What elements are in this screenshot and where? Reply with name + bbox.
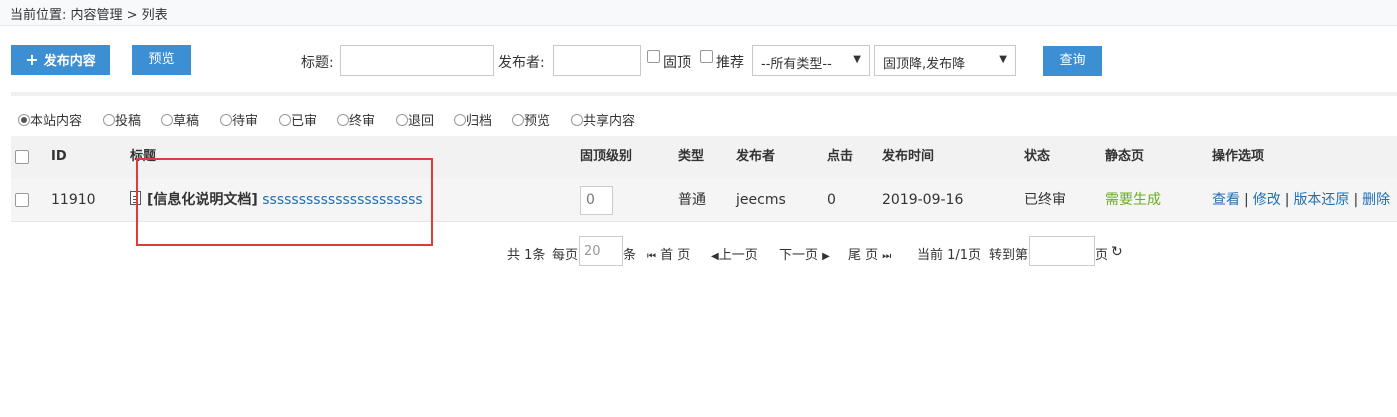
goto-page-input[interactable] [1029, 236, 1095, 266]
pager-page-suffix: 页 [1095, 248, 1109, 263]
recommend-label: 推荐 [716, 55, 744, 71]
filter-contribution[interactable]: 投稿 [103, 110, 141, 129]
col-static-page: 静态页 [1105, 149, 1145, 164]
row-clicks: 0 [827, 192, 836, 208]
view-link[interactable]: 查看 [1212, 192, 1240, 208]
sort-select[interactable]: 固顶降,发布降 ▼ [874, 45, 1016, 76]
dropdown-arrow-icon: ▼ [999, 54, 1007, 65]
prev-page-button[interactable]: ◀上一页 [711, 244, 758, 263]
last-page-icon: ⏭ [882, 251, 892, 262]
radio-icon [396, 114, 408, 126]
select-all-checkbox[interactable] [15, 136, 29, 178]
row-checkbox[interactable] [15, 178, 29, 221]
recommend-checkbox[interactable] [700, 50, 713, 63]
filter-draft[interactable]: 草稿 [161, 110, 199, 129]
col-top-level: 固顶级别 [580, 149, 633, 164]
pager-current: 当前 1/1页 [917, 248, 982, 263]
query-button[interactable]: 查询 [1043, 46, 1102, 76]
row-id: 11910 [51, 192, 96, 208]
toolbar: + 发布内容 预览 标题: 发布者: 固顶 推荐 --所有类型-- ▼ 固顶降,发… [0, 44, 1397, 78]
publisher-input[interactable] [553, 45, 641, 76]
delete-link[interactable]: 删除 [1362, 192, 1390, 208]
dropdown-arrow-icon: ▼ [853, 54, 861, 65]
col-status: 状态 [1024, 149, 1051, 164]
filter-shared[interactable]: 共享内容 [571, 110, 635, 129]
filter-archived[interactable]: 归档 [454, 110, 492, 129]
filter-final[interactable]: 终审 [337, 110, 375, 129]
row-static-page[interactable]: 需要生成 [1105, 178, 1161, 221]
filter-returned[interactable]: 退回 [396, 110, 434, 129]
row-publisher: jeecms [736, 192, 786, 208]
radio-icon [161, 114, 173, 126]
row-operations: 查看 | 修改 | 版本还原 | 删除 [1212, 192, 1391, 208]
filter-pending[interactable]: 待审 [220, 110, 258, 129]
publisher-label: 发布者: [498, 55, 545, 71]
top-label: 固顶 [663, 55, 691, 71]
first-page-button[interactable]: ⏮ 首 页 [647, 244, 690, 263]
col-publish-time: 发布时间 [882, 149, 935, 164]
next-page-icon: ▶ [822, 251, 830, 262]
radio-icon [512, 114, 524, 126]
plus-icon: + [25, 50, 39, 69]
radio-icon [571, 114, 583, 126]
col-id: ID [51, 149, 67, 164]
row-status: 已终审 [1024, 192, 1066, 208]
pager-per-page-label: 每页 [552, 248, 579, 263]
breadcrumb: 当前位置: 内容管理 > 列表 [0, 0, 1397, 26]
title-label: 标题: [301, 55, 334, 71]
filter-approved[interactable]: 已审 [279, 110, 317, 129]
radio-icon [454, 114, 466, 126]
first-page-icon: ⏮ [647, 251, 656, 262]
radio-icon [18, 114, 30, 126]
filter-preview[interactable]: 预览 [512, 110, 550, 129]
filter-site-content[interactable]: 本站内容 [18, 110, 82, 129]
last-page-button[interactable]: 尾 页 ⏭ [848, 244, 891, 263]
col-operations: 操作选项 [1212, 149, 1265, 164]
restore-version-link[interactable]: 版本还原 [1293, 192, 1349, 208]
pager-goto-label: 转到第 [989, 248, 1029, 263]
radio-icon [337, 114, 349, 126]
highlight-box [136, 158, 433, 246]
top-level-input[interactable]: 0 [580, 185, 613, 215]
edit-link[interactable]: 修改 [1253, 192, 1281, 208]
col-publisher: 发布者 [736, 149, 776, 164]
title-input[interactable] [340, 45, 494, 76]
publish-content-button[interactable]: + 发布内容 [11, 45, 110, 75]
col-type: 类型 [678, 149, 705, 164]
top-checkbox[interactable] [647, 50, 660, 63]
per-page-input[interactable]: 20 [579, 236, 623, 266]
row-type: 普通 [678, 192, 706, 208]
radio-icon [279, 114, 291, 126]
preview-button[interactable]: 预览 [132, 45, 191, 75]
row-top-level: 0 [580, 178, 613, 221]
prev-page-icon: ◀ [711, 251, 719, 262]
row-date: 2019-09-16 [882, 192, 964, 208]
col-clicks: 点击 [827, 149, 854, 164]
pager-unit: 条 [623, 248, 637, 263]
radio-icon [103, 114, 115, 126]
divider [11, 92, 1397, 96]
radio-icon [220, 114, 232, 126]
refresh-icon[interactable]: ↻ [1111, 244, 1123, 260]
pager-total: 共 1条 [507, 248, 546, 263]
type-select[interactable]: --所有类型-- ▼ [752, 45, 870, 76]
next-page-button[interactable]: 下一页 ▶ [779, 244, 830, 263]
